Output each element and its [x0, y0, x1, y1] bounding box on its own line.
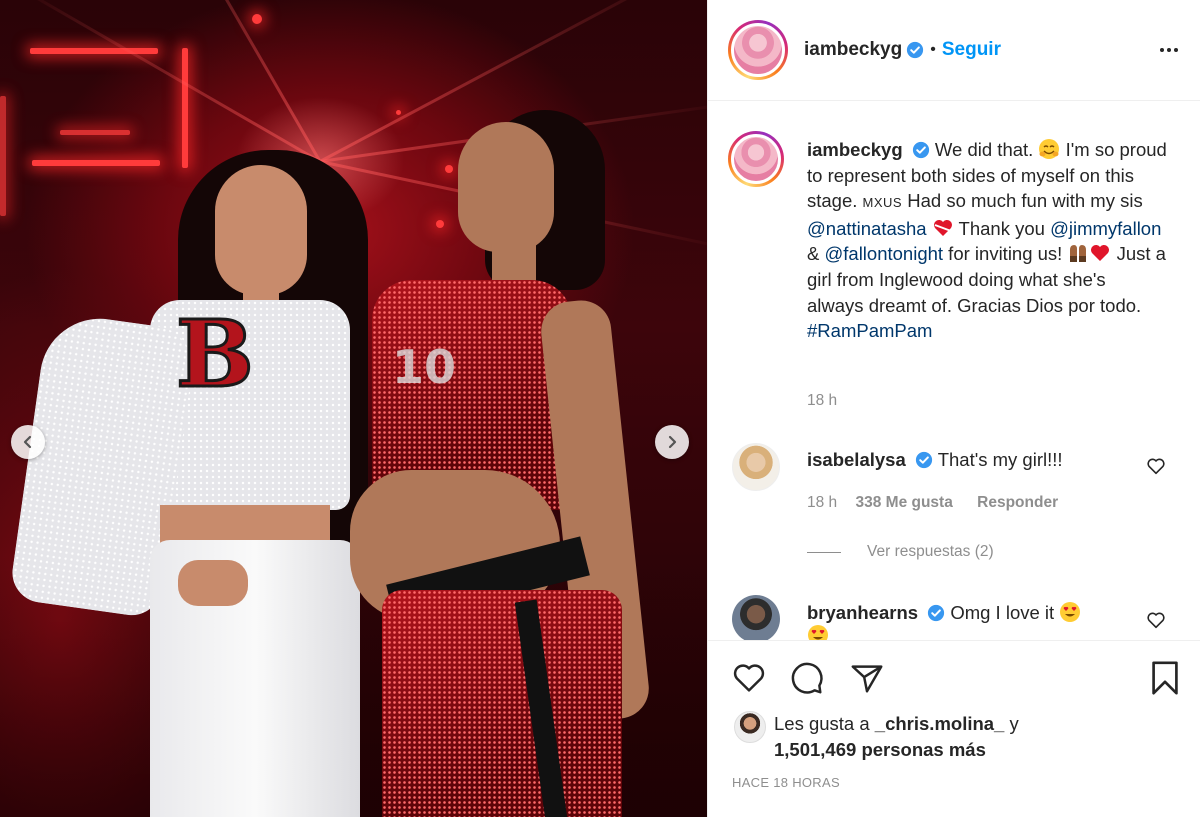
- like-comment-heart-icon[interactable]: [1145, 455, 1167, 477]
- heart-eyes-emoji-icon: [808, 625, 828, 640]
- comments-section[interactable]: iambeckyg We did that. I'm so proud to r…: [708, 101, 1200, 640]
- next-image-button[interactable]: [655, 425, 689, 459]
- flag-emoji-text: MXUS: [862, 195, 903, 211]
- neon-light: [60, 130, 130, 135]
- separator-dot: •: [930, 41, 936, 58]
- mention-link[interactable]: @nattinatasha: [807, 218, 927, 239]
- post-side-panel: iambeckyg • Seguir iambeckyg We did that…: [707, 0, 1200, 817]
- heart-icon[interactable]: [730, 659, 768, 697]
- post-photo[interactable]: B 10: [0, 0, 707, 817]
- mention-link[interactable]: @jimmyfallon: [1050, 218, 1161, 239]
- commenter-avatar[interactable]: [732, 595, 780, 640]
- author-username[interactable]: iambeckyg: [804, 39, 902, 61]
- post-time-ago[interactable]: HACE 18 HORAS: [732, 775, 840, 790]
- replies-divider: [807, 551, 841, 553]
- red-heart-emoji-icon: [1091, 245, 1110, 262]
- comment: isabelalysa That's my girl!!!: [807, 449, 1063, 471]
- caption-text: &: [807, 243, 825, 265]
- comment-text: That's my girl!!!: [932, 449, 1063, 470]
- caption-text: Thank you: [953, 217, 1051, 239]
- heart-eyes-emoji-icon: [1060, 602, 1081, 622]
- verified-badge-icon: [928, 604, 945, 622]
- caption-username[interactable]: iambeckyg: [807, 139, 903, 160]
- hashtag-link[interactable]: #RamPamPam: [807, 320, 932, 341]
- caption-avatar[interactable]: [728, 131, 784, 187]
- more-options-icon[interactable]: [1157, 38, 1181, 62]
- likes-summary: Les gusta a _chris.molina_ y 1,501,469 p…: [774, 711, 1019, 763]
- neon-light: [30, 48, 158, 54]
- neon-light: [445, 165, 453, 173]
- reply-button[interactable]: Responder: [977, 494, 1058, 511]
- comment: bryanhearns Omg I love it: [807, 601, 1081, 640]
- neon-light: [396, 110, 401, 115]
- verified-badge-icon: [912, 141, 929, 159]
- comment-likes[interactable]: 338 Me gusta: [855, 494, 952, 511]
- neon-light: [0, 96, 6, 216]
- likes-and: y: [1004, 713, 1019, 734]
- liker-avatar[interactable]: [734, 711, 766, 743]
- verified-badge-icon: [915, 451, 932, 469]
- post-caption: iambeckyg We did that. I'm so proud to r…: [807, 137, 1167, 344]
- send-icon[interactable]: [848, 659, 886, 697]
- like-comment-heart-icon[interactable]: [1145, 609, 1167, 631]
- view-replies-button[interactable]: Ver respuestas (2): [807, 543, 994, 561]
- chevron-right-icon: [668, 435, 677, 449]
- comment-meta: 18 h 338 Me gusta Responder: [807, 494, 1058, 512]
- caption-text: for inviting us!: [943, 243, 1068, 265]
- caption-text: Had so much fun with my sis: [902, 190, 1143, 212]
- post-actions: Les gusta a _chris.molina_ y 1,501,469 p…: [708, 640, 1200, 817]
- neon-light: [252, 14, 262, 24]
- likes-count[interactable]: 1,501,469 personas más: [774, 739, 986, 760]
- post-header: iambeckyg • Seguir: [708, 0, 1200, 101]
- commenter-username[interactable]: bryanhearns: [807, 602, 918, 623]
- bookmark-icon[interactable]: [1146, 659, 1184, 697]
- comment-text: Omg I love it: [945, 602, 1060, 623]
- verified-badge-icon: [907, 41, 924, 59]
- light-beam: [138, 0, 322, 163]
- raising-hands-emoji-icon: [1070, 245, 1087, 263]
- previous-image-button[interactable]: [11, 425, 45, 459]
- neon-light: [436, 220, 444, 228]
- neon-light: [32, 160, 160, 166]
- caption-timestamp[interactable]: 18 h: [807, 392, 837, 410]
- liker-username[interactable]: _chris.molina_: [875, 713, 1005, 734]
- comment-time[interactable]: 18 h: [807, 494, 837, 511]
- author-avatar[interactable]: [728, 20, 788, 80]
- comment-icon[interactable]: [788, 659, 826, 697]
- smiling-face-emoji-icon: [1039, 139, 1060, 159]
- commenter-username[interactable]: isabelalysa: [807, 449, 906, 470]
- neon-light: [182, 48, 188, 168]
- chevron-left-icon: [23, 435, 32, 449]
- heart-ribbon-emoji-icon: [933, 219, 952, 236]
- likes-prefix: Les gusta a: [774, 713, 875, 734]
- mention-link[interactable]: @fallontonight: [824, 243, 943, 264]
- commenter-avatar[interactable]: [732, 443, 780, 491]
- follow-button[interactable]: Seguir: [942, 39, 1001, 61]
- view-replies-label: Ver respuestas (2): [867, 543, 994, 560]
- caption-text: We did that.: [929, 139, 1039, 160]
